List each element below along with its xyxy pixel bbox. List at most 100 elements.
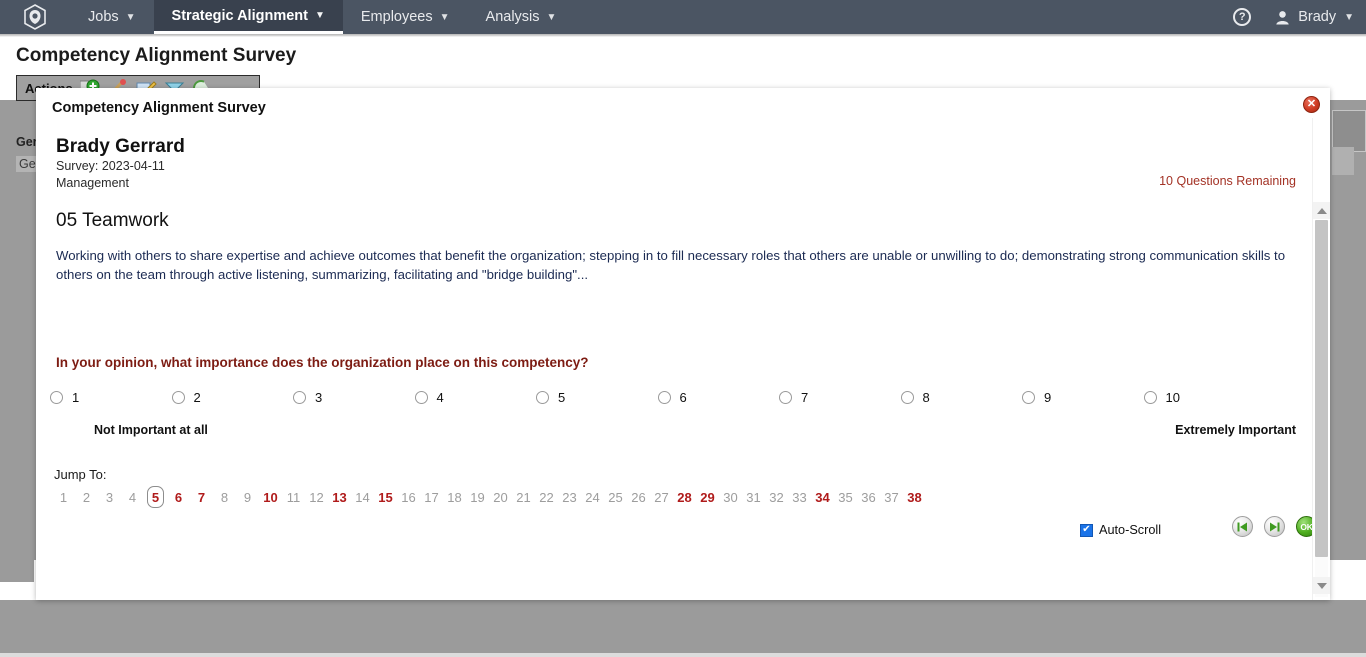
jump-to-question-11[interactable]: 11 — [282, 487, 305, 508]
question-prompt: In your opinion, what importance does th… — [56, 355, 589, 370]
jump-to-question-16[interactable]: 16 — [397, 487, 420, 508]
nav-item-strategic-alignment-label: Strategic Alignment — [171, 7, 308, 24]
rating-radio-4[interactable] — [414, 391, 428, 404]
jump-to-question-15[interactable]: 15 — [374, 487, 397, 508]
scrollbar-thumb[interactable] — [1315, 220, 1328, 557]
nav-item-jobs[interactable]: Jobs ▼ — [70, 0, 154, 34]
rating-option-9[interactable]: 9 — [1022, 390, 1051, 405]
rating-radio-9[interactable] — [1022, 391, 1035, 404]
background-panel-right-top — [1332, 110, 1366, 152]
nav-item-analysis[interactable]: Analysis ▼ — [468, 0, 575, 34]
jump-to-question-13[interactable]: 13 — [328, 487, 351, 508]
jump-to-question-12[interactable]: 12 — [305, 487, 328, 508]
auto-scroll-toggle[interactable]: ✔ Auto-Scroll — [1080, 523, 1161, 537]
background-panel-right-bottom — [1332, 147, 1354, 175]
rating-option-label: 10 — [1165, 390, 1180, 405]
modal-scrollbar[interactable] — [1312, 118, 1330, 600]
page-bottom-divider — [0, 653, 1366, 657]
help-icon: ? — [1233, 8, 1252, 26]
jump-to-question-31[interactable]: 31 — [742, 487, 765, 508]
survey-navigation-buttons: OK — [1232, 516, 1312, 537]
jump-to-question-9[interactable]: 9 — [236, 487, 259, 508]
jump-to-question-20[interactable]: 20 — [489, 487, 512, 508]
chevron-down-icon: ▼ — [546, 11, 557, 23]
ok-button[interactable]: OK — [1296, 516, 1312, 537]
jump-to-question-1[interactable]: 1 — [52, 487, 75, 508]
rating-option-2[interactable]: 2 — [171, 390, 201, 405]
top-navigation-bar: Jobs ▼ Strategic Alignment ▼ Employees ▼… — [0, 0, 1366, 34]
rating-option-6[interactable]: 6 — [657, 390, 687, 405]
rating-radio-8[interactable] — [900, 391, 914, 404]
page-footer-background — [0, 600, 1366, 653]
skip-previous-icon[interactable] — [1232, 516, 1253, 537]
rating-option-label: 9 — [1044, 390, 1052, 405]
jump-to-question-17[interactable]: 17 — [420, 487, 443, 508]
rating-radio-6[interactable] — [657, 391, 671, 404]
jump-to-question-35[interactable]: 35 — [834, 487, 857, 508]
scroll-up-arrow-icon[interactable] — [1313, 202, 1330, 219]
jump-to-question-28[interactable]: 28 — [673, 487, 696, 508]
jump-to-question-38[interactable]: 38 — [903, 487, 926, 508]
jump-to-question-25[interactable]: 25 — [604, 487, 627, 508]
rating-option-10[interactable]: 10 — [1143, 390, 1180, 405]
auto-scroll-checkbox[interactable]: ✔ — [1080, 523, 1093, 537]
jump-to-question-29[interactable]: 29 — [696, 487, 719, 508]
nav-item-employees[interactable]: Employees ▼ — [343, 0, 468, 34]
jump-to-question-33[interactable]: 33 — [788, 487, 811, 508]
competency-description: Working with others to share expertise a… — [56, 248, 1286, 283]
nav-item-employees-label: Employees — [360, 9, 433, 25]
jump-to-question-27[interactable]: 27 — [650, 487, 673, 508]
survey-modal: Competency Alignment Survey ✕ Brady Gerr… — [36, 88, 1330, 600]
close-icon[interactable]: ✕ — [1303, 96, 1320, 113]
jump-to-question-26[interactable]: 26 — [627, 487, 650, 508]
jump-to-question-37[interactable]: 37 — [880, 487, 903, 508]
rating-option-3[interactable]: 3 — [293, 390, 322, 405]
rating-radio-1[interactable] — [50, 391, 63, 404]
jump-to-question-22[interactable]: 22 — [535, 487, 558, 508]
jump-to-question-8[interactable]: 8 — [213, 487, 236, 508]
rating-option-8[interactable]: 8 — [900, 390, 930, 405]
chevron-down-icon: ▼ — [439, 11, 450, 23]
rating-option-4[interactable]: 4 — [414, 390, 444, 405]
rating-option-7[interactable]: 7 — [779, 390, 808, 405]
jump-to-question-2[interactable]: 2 — [75, 487, 98, 508]
skip-next-icon[interactable] — [1264, 516, 1285, 537]
help-button[interactable]: ? — [1221, 0, 1263, 34]
jump-to-question-10[interactable]: 10 — [259, 487, 282, 508]
jump-to-question-21[interactable]: 21 — [512, 487, 535, 508]
rating-radio-5[interactable] — [536, 391, 549, 404]
rating-option-label: 6 — [679, 390, 687, 405]
rating-radio-7[interactable] — [779, 391, 792, 404]
jump-to-question-30[interactable]: 30 — [719, 487, 742, 508]
rating-radio-3[interactable] — [293, 391, 306, 404]
jump-to-question-3[interactable]: 3 — [98, 487, 121, 508]
rating-radio-10[interactable] — [1143, 391, 1157, 404]
jump-to-question-18[interactable]: 18 — [443, 487, 466, 508]
jump-to-question-24[interactable]: 24 — [581, 487, 604, 508]
jump-to-question-6[interactable]: 6 — [167, 487, 190, 508]
jump-to-question-5[interactable]: 5 — [147, 486, 164, 508]
jump-to-question-23[interactable]: 23 — [558, 487, 581, 508]
nav-item-analysis-label: Analysis — [485, 9, 540, 25]
rating-radio-2[interactable] — [171, 391, 185, 404]
jump-to-question-7[interactable]: 7 — [190, 487, 213, 508]
scroll-down-arrow-icon[interactable] — [1313, 577, 1330, 594]
rating-option-5[interactable]: 5 — [536, 390, 565, 405]
user-menu-label: Brady — [1298, 9, 1337, 25]
app-logo-icon[interactable] — [0, 0, 70, 34]
chevron-down-icon: ▼ — [125, 11, 136, 23]
jump-to-question-34[interactable]: 34 — [811, 487, 834, 508]
jump-to-question-36[interactable]: 36 — [857, 487, 880, 508]
scale-anchor-low: Not Important at all — [94, 423, 208, 437]
rating-option-1[interactable]: 1 — [50, 390, 79, 405]
chevron-down-icon: ▼ — [314, 10, 325, 21]
user-menu[interactable]: Brady ▼ — [1263, 0, 1366, 34]
chevron-down-icon: ▼ — [1344, 11, 1354, 23]
jump-to-question-19[interactable]: 19 — [466, 487, 489, 508]
jump-to-question-32[interactable]: 32 — [765, 487, 788, 508]
jump-to-question-4[interactable]: 4 — [121, 487, 144, 508]
nav-item-strategic-alignment[interactable]: Strategic Alignment ▼ — [153, 0, 343, 34]
competency-title: 05 Teamwork — [56, 210, 169, 231]
jump-to-question-14[interactable]: 14 — [351, 487, 374, 508]
